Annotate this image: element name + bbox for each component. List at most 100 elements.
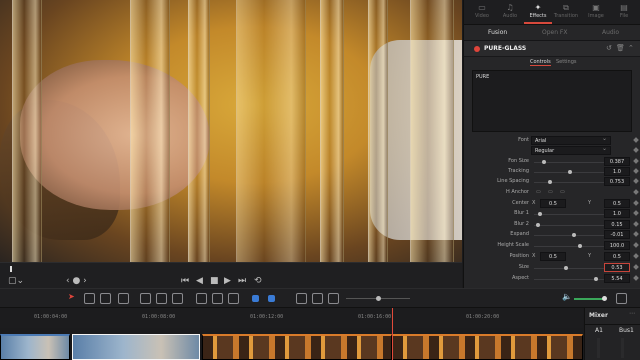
dim-audio-icon[interactable] bbox=[616, 293, 627, 304]
overwrite-clip-icon[interactable] bbox=[156, 293, 167, 304]
keyframe-icon[interactable] bbox=[633, 275, 639, 281]
zoom-custom-icon[interactable] bbox=[328, 293, 339, 304]
loop-icon[interactable]: ⟲ bbox=[254, 276, 262, 286]
keyframe-icon[interactable] bbox=[633, 221, 639, 227]
font-size-value[interactable]: 0.387 bbox=[604, 157, 630, 166]
blur2-value[interactable]: 0.15 bbox=[604, 220, 630, 229]
aspect-slider[interactable] bbox=[534, 277, 614, 281]
aspect-value[interactable]: 5.54 bbox=[604, 274, 630, 283]
timeline-clip[interactable] bbox=[72, 334, 200, 360]
tab-open-fx[interactable]: Open FX bbox=[542, 29, 568, 36]
keyframe-icon[interactable] bbox=[633, 200, 639, 206]
replace-clip-icon[interactable] bbox=[172, 293, 183, 304]
lock-icon[interactable] bbox=[228, 293, 239, 304]
tab-fusion[interactable]: Fusion bbox=[488, 29, 507, 36]
edit-toolbar: ➤ 🔈 bbox=[0, 288, 640, 308]
keyframe-icon[interactable] bbox=[633, 189, 639, 195]
tab-transition[interactable]: ⧉ Transition bbox=[552, 2, 580, 24]
timeline-clip[interactable] bbox=[0, 334, 70, 360]
collapse-icon[interactable]: ⌃ bbox=[628, 44, 634, 52]
stop-icon[interactable]: ■ bbox=[210, 276, 219, 286]
timeline-clip[interactable] bbox=[202, 334, 392, 360]
tab-file[interactable]: ▤ File bbox=[610, 2, 638, 24]
tab-settings[interactable]: Settings bbox=[556, 59, 577, 65]
keyframe-icon[interactable] bbox=[633, 158, 639, 164]
height-scale-value[interactable]: 100.0 bbox=[604, 241, 630, 250]
play-reverse-icon[interactable]: ◀ bbox=[196, 276, 203, 286]
reset-icon[interactable]: ↺ bbox=[606, 44, 612, 52]
zoom-full-icon[interactable] bbox=[296, 293, 307, 304]
go-to-end-icon[interactable]: ⏭ bbox=[238, 276, 246, 286]
playhead[interactable] bbox=[392, 308, 393, 360]
keyframe-icon[interactable] bbox=[633, 253, 639, 259]
font-select[interactable]: Arial bbox=[531, 135, 611, 145]
go-to-start-icon[interactable]: ⏮ bbox=[181, 276, 189, 286]
tab-image[interactable]: ▣ Image bbox=[582, 2, 610, 24]
align-right-icon[interactable]: ▭ bbox=[560, 189, 565, 195]
volume-icon[interactable]: 🔈 bbox=[562, 292, 572, 301]
height-scale-slider[interactable] bbox=[534, 244, 614, 248]
timeline-clip[interactable] bbox=[392, 334, 583, 360]
center-y-value[interactable]: 0.5 bbox=[604, 199, 630, 208]
blur1-slider[interactable] bbox=[534, 212, 614, 216]
line-spacing-value[interactable]: 0.753 bbox=[604, 177, 630, 186]
snapping-icon[interactable] bbox=[196, 293, 207, 304]
text-input[interactable]: PURE bbox=[472, 70, 632, 132]
tracking-value[interactable]: 1.0 bbox=[604, 167, 630, 176]
jog-indicator-icon[interactable]: ‹ ● › bbox=[66, 276, 87, 286]
tab-video[interactable]: ▭ Video bbox=[468, 2, 496, 24]
delete-icon[interactable]: 🗑 bbox=[616, 44, 625, 52]
glass-letter-strip bbox=[12, 0, 42, 262]
line-spacing-slider[interactable] bbox=[534, 180, 614, 184]
viewer-menu-icon[interactable]: ▢⌄ bbox=[8, 276, 24, 286]
timeline-ruler[interactable]: 01:00:04:00 01:00:08:00 01:00:12:00 01:0… bbox=[0, 308, 583, 328]
keyframe-icon[interactable] bbox=[633, 231, 639, 237]
blade-tool-icon[interactable] bbox=[118, 293, 129, 304]
play-icon[interactable]: ▶ bbox=[224, 276, 231, 286]
keyframe-icon[interactable] bbox=[633, 147, 639, 153]
keyframe-icon[interactable] bbox=[633, 242, 639, 248]
tab-controls[interactable]: Controls bbox=[530, 59, 551, 66]
keyframe-icon[interactable] bbox=[633, 178, 639, 184]
insert-clip-icon[interactable] bbox=[140, 293, 151, 304]
scrub-handle[interactable] bbox=[10, 266, 12, 272]
effect-enable-icon[interactable] bbox=[474, 46, 480, 52]
tab-audio-fx[interactable]: Audio bbox=[602, 29, 619, 36]
more-options-icon[interactable]: ⋯ bbox=[629, 310, 635, 317]
dynamic-trim-icon[interactable] bbox=[100, 293, 111, 304]
center-x-value[interactable]: 0.5 bbox=[540, 199, 566, 208]
size-slider[interactable] bbox=[534, 266, 614, 270]
keyframe-icon[interactable] bbox=[633, 210, 639, 216]
trim-tool-icon[interactable] bbox=[84, 293, 95, 304]
size-value[interactable]: 0.53 bbox=[604, 263, 630, 272]
font-size-slider[interactable] bbox=[534, 160, 614, 164]
volume-slider[interactable] bbox=[574, 296, 607, 301]
blur2-slider[interactable] bbox=[534, 223, 614, 227]
keyframe-icon[interactable] bbox=[633, 168, 639, 174]
blur1-value[interactable]: 1.0 bbox=[604, 209, 630, 218]
keyframe-icon[interactable] bbox=[633, 264, 639, 270]
zoom-detail-icon[interactable] bbox=[312, 293, 323, 304]
effect-header[interactable]: PURE-GLASS ↺ 🗑 ⌃ bbox=[464, 41, 640, 57]
zoom-slider[interactable] bbox=[346, 296, 410, 301]
tracking-slider[interactable] bbox=[534, 170, 614, 174]
link-icon[interactable] bbox=[212, 293, 223, 304]
param-h-anchor: H Anchor ▭ ▭ ▭ bbox=[464, 188, 640, 198]
selection-tool-icon[interactable]: ➤ bbox=[68, 292, 76, 303]
tab-effects[interactable]: ✦ Effects bbox=[524, 2, 552, 24]
position-x-value[interactable]: 0.5 bbox=[540, 252, 566, 261]
align-center-icon[interactable]: ▭ bbox=[548, 189, 553, 195]
text-value: PURE bbox=[476, 74, 490, 80]
expand-value[interactable]: -0.01 bbox=[604, 230, 630, 239]
flag-icon[interactable] bbox=[252, 295, 259, 302]
marker-icon[interactable] bbox=[268, 295, 275, 302]
font-style-select[interactable]: Regular bbox=[531, 145, 611, 155]
expand-slider[interactable] bbox=[534, 233, 614, 237]
param-expand: Expand -0.01 bbox=[464, 230, 640, 240]
music-note-icon: ♫ bbox=[506, 3, 514, 12]
keyframe-icon[interactable] bbox=[633, 137, 639, 143]
video-viewer[interactable] bbox=[0, 0, 462, 262]
align-left-icon[interactable]: ▭ bbox=[536, 189, 541, 195]
tab-audio[interactable]: ♫ Audio bbox=[496, 2, 524, 24]
position-y-value[interactable]: 0.5 bbox=[604, 252, 630, 261]
